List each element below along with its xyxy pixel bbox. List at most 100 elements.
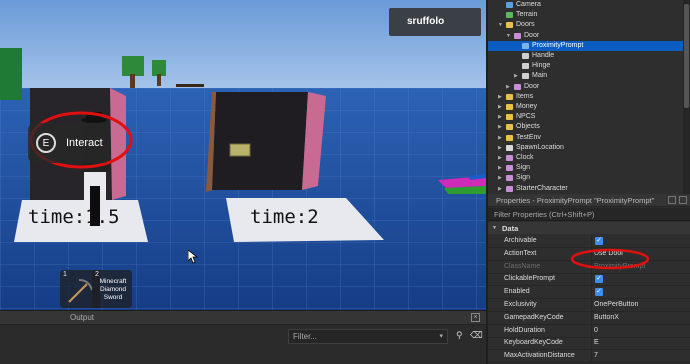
explorer-item-label: SpawnLocation <box>516 143 564 151</box>
model-icon <box>514 32 521 39</box>
explorer-item[interactable]: ▶ NPCS <box>488 112 690 122</box>
proximity-prompt[interactable]: E Interact <box>28 123 110 163</box>
distant-bench <box>176 84 204 87</box>
chevron-right-icon[interactable]: ▶ <box>498 143 504 153</box>
property-row[interactable]: GamepadKeyCode ButtonX <box>488 311 690 325</box>
chevron-right-icon[interactable]: ▶ <box>498 184 504 194</box>
folder-icon <box>506 22 513 29</box>
property-row[interactable]: ClickablePrompt ✓ <box>488 273 690 287</box>
explorer-item-label: Camera <box>516 1 541 8</box>
game-viewport[interactable]: sruffolo E Interact time:1.5 time:2 1 2 … <box>0 0 486 310</box>
hotbar-slot-number: 2 <box>95 271 99 278</box>
explorer-item[interactable]: Terrain <box>488 10 690 20</box>
explorer-item[interactable]: ▶ Sign <box>488 163 690 173</box>
property-divider <box>591 311 592 324</box>
explorer-item-label: Main <box>532 72 548 80</box>
explorer-item[interactable]: ▼ Door <box>488 31 690 41</box>
explorer-item[interactable]: ▶ Clock <box>488 153 690 163</box>
explorer-item[interactable]: ▶ SpawnLocation <box>488 143 690 153</box>
chevron-down-icon[interactable]: ▼ <box>498 20 504 30</box>
mouse-cursor-icon <box>188 250 198 264</box>
explorer-item[interactable]: ▼ Doors <box>488 20 690 30</box>
folder-icon <box>506 114 513 121</box>
chevron-right-icon[interactable]: ▶ <box>498 92 504 102</box>
chevron-right-icon[interactable]: ▶ <box>498 102 504 112</box>
property-value[interactable]: E <box>594 337 599 349</box>
property-name: HoldDuration <box>504 326 545 334</box>
prompt-icon <box>522 42 529 49</box>
property-value[interactable]: OnePerButton <box>594 299 638 311</box>
model-icon <box>506 165 513 172</box>
folder-icon <box>506 93 513 100</box>
clear-output-icon[interactable]: ⚲ <box>456 330 466 342</box>
chevron-right-icon[interactable]: ▶ <box>498 163 504 173</box>
output-filter-label: Filter... <box>293 332 318 341</box>
explorer-item[interactable]: Camera <box>488 0 690 10</box>
annotation-circle-actiontext <box>570 248 650 270</box>
property-value[interactable]: ButtonX <box>594 312 619 324</box>
explorer-item-label: Hinge <box>532 62 551 70</box>
explorer-scrollbar[interactable] <box>683 0 690 194</box>
chevron-right-icon[interactable]: ▶ <box>498 133 504 143</box>
explorer-item[interactable]: Handle <box>488 51 690 61</box>
explorer-item-label: Money <box>516 103 538 110</box>
property-row[interactable]: MaxActivationDistance 7 <box>488 350 690 364</box>
output-filter-dropdown[interactable]: Filter... ▾ <box>288 329 448 344</box>
explorer-item[interactable]: ▶ Money <box>488 102 690 112</box>
close-icon[interactable]: × <box>471 313 480 322</box>
property-row[interactable]: Enabled ✓ <box>488 286 690 300</box>
property-row[interactable]: KeyboardKeyCode E <box>488 337 690 351</box>
property-name: Enabled <box>504 288 530 296</box>
explorer-scroll-thumb[interactable] <box>684 4 689 108</box>
explorer-item[interactable]: ▶ StarterCharacter <box>488 184 690 194</box>
property-name: ClassName <box>504 262 541 270</box>
property-divider <box>591 286 592 299</box>
terrain-icon <box>506 12 513 19</box>
property-row[interactable]: Exclusivity OnePerButton <box>488 299 690 312</box>
hotbar-item-name: Minecraft Diamond Sword <box>99 278 127 301</box>
broom-icon[interactable]: ⌫ <box>470 330 483 342</box>
explorer-item[interactable]: ProximityPrompt <box>488 40 690 51</box>
chevron-right-icon[interactable]: ▶ <box>498 173 504 183</box>
explorer-item[interactable]: ▶ Main <box>488 71 690 81</box>
property-checkbox[interactable]: ✓ <box>595 288 603 297</box>
property-name: GamepadKeyCode <box>504 313 564 321</box>
tree-1 <box>122 56 144 76</box>
explorer-item[interactable]: Hinge <box>488 61 690 71</box>
hotbar-slot-2[interactable]: 2 Minecraft Diamond Sword <box>92 270 132 308</box>
chevron-right-icon[interactable]: ▶ <box>498 122 504 132</box>
explorer-item[interactable]: ▶ Items <box>488 92 690 102</box>
door-handle <box>229 143 251 157</box>
property-value[interactable]: 0 <box>594 325 598 337</box>
explorer-item[interactable]: ▶ Door <box>488 82 690 92</box>
explorer-item-label: ProximityPrompt <box>532 41 584 49</box>
explorer-item-label: Door <box>524 31 540 39</box>
property-value[interactable]: 7 <box>594 350 598 362</box>
explorer-item-label: TestEnv <box>516 133 541 141</box>
property-row[interactable]: HoldDuration 0 <box>488 324 690 338</box>
property-name: Archivable <box>504 237 537 244</box>
property-name: MaxActivationDistance <box>504 352 575 360</box>
sign-left-text: time:1.5 <box>28 206 120 228</box>
properties-filter-input[interactable]: Filter Properties (Ctrl+Shift+P) <box>488 208 690 221</box>
restore-icon[interactable] <box>668 196 676 204</box>
chevron-right-icon[interactable]: ▶ <box>498 153 504 163</box>
explorer-item[interactable]: ▶ Sign <box>488 173 690 183</box>
explorer-item[interactable]: ▶ Objects <box>488 122 690 132</box>
explorer-item-label: Sign <box>516 164 531 172</box>
output-panel: Output × Filter... ▾ ⚲ ⌫ <box>0 310 486 364</box>
chevron-down-icon[interactable]: ▼ <box>506 31 512 41</box>
chevron-right-icon[interactable]: ▶ <box>514 71 520 81</box>
explorer-item-label: Handle <box>532 52 555 59</box>
property-checkbox[interactable]: ✓ <box>595 275 603 284</box>
properties-section-data[interactable]: ▼ Data <box>488 222 690 234</box>
property-divider <box>591 273 592 286</box>
property-checkbox[interactable]: ✓ <box>595 237 603 245</box>
explorer-item[interactable]: ▶ TestEnv <box>488 133 690 143</box>
chevron-right-icon[interactable]: ▶ <box>506 82 512 92</box>
pickaxe-icon <box>68 279 93 303</box>
player-name: sruffolo <box>407 16 445 27</box>
close-icon[interactable] <box>679 196 687 204</box>
chevron-right-icon[interactable]: ▶ <box>498 112 504 122</box>
player-name-badge: sruffolo <box>389 8 481 36</box>
